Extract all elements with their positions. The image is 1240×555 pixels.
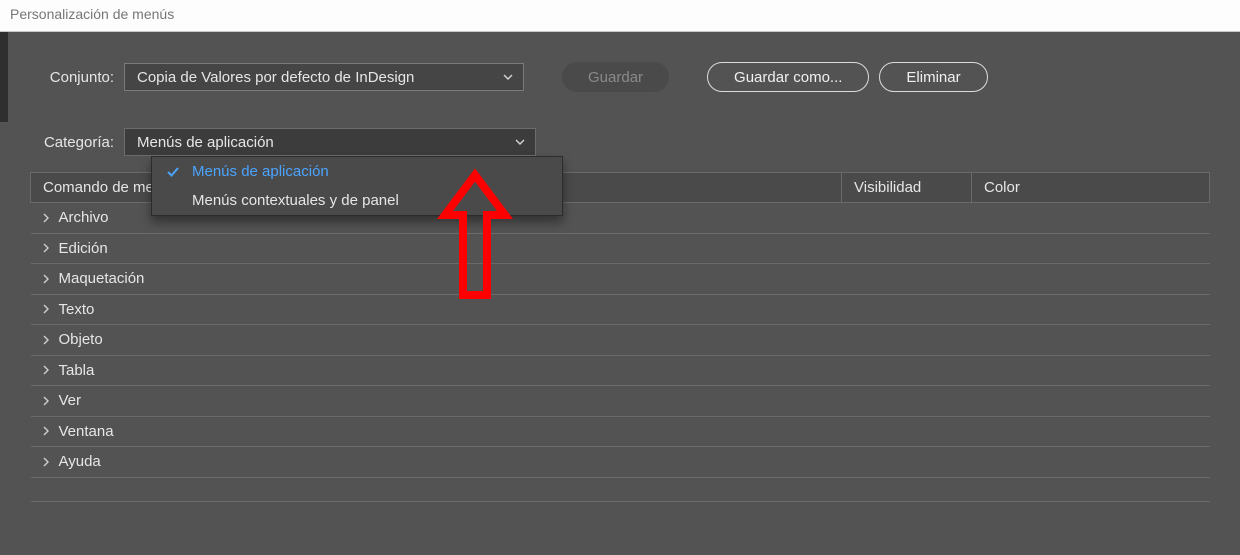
conjunto-value: Copia de Valores por defecto de InDesign	[137, 69, 414, 86]
chevron-right-icon	[41, 365, 51, 375]
table-row[interactable]: Texto	[31, 294, 1210, 325]
chevron-right-icon	[41, 426, 51, 436]
chevron-right-icon	[41, 304, 51, 314]
menu-commands-table: Comando de menú de aplicación Visibilida…	[30, 172, 1210, 502]
chevron-down-icon	[513, 135, 527, 149]
row-label: Edición	[59, 240, 108, 257]
row-label: Objeto	[59, 331, 103, 348]
dropdown-option-app-menus[interactable]: Menús de aplicación	[152, 157, 562, 186]
table-row[interactable]: Objeto	[31, 325, 1210, 356]
row-label: Texto	[59, 301, 95, 318]
table-row[interactable]: Edición	[31, 233, 1210, 264]
table-row-empty	[31, 477, 1210, 501]
chevron-right-icon	[41, 335, 51, 345]
save-button: Guardar	[562, 62, 669, 92]
save-button-label: Guardar	[588, 69, 643, 86]
window-title: Personalización de menús	[0, 0, 1240, 32]
dropdown-option-label: Menús de aplicación	[192, 163, 329, 180]
save-as-button[interactable]: Guardar como...	[707, 62, 869, 92]
dropdown-option-label: Menús contextuales y de panel	[192, 192, 399, 209]
conjunto-select[interactable]: Copia de Valores por defecto de InDesign	[124, 63, 524, 91]
categoria-label: Categoría:	[30, 134, 114, 151]
categoria-select[interactable]: Menús de aplicación	[124, 128, 536, 156]
delete-button-label: Eliminar	[906, 69, 960, 86]
chevron-down-icon	[501, 70, 515, 84]
conjunto-label: Conjunto:	[30, 69, 114, 86]
chevron-right-icon	[41, 396, 51, 406]
row-label: Tabla	[59, 362, 95, 379]
save-as-button-label: Guardar como...	[734, 69, 842, 86]
table-row[interactable]: Maquetación	[31, 264, 1210, 295]
row-label: Ventana	[59, 423, 114, 440]
delete-button[interactable]: Eliminar	[879, 62, 987, 92]
table-row[interactable]: Ayuda	[31, 447, 1210, 478]
window-title-text: Personalización de menús	[10, 6, 174, 22]
row-label: Archivo	[59, 209, 109, 226]
table-row[interactable]: Ver	[31, 386, 1210, 417]
chevron-right-icon	[41, 274, 51, 284]
column-color: Color	[972, 173, 1210, 203]
column-visibility: Visibilidad	[842, 173, 972, 203]
dropdown-option-context-menus[interactable]: Menús contextuales y de panel	[152, 186, 562, 215]
row-label: Maquetación	[59, 270, 145, 287]
check-icon	[164, 166, 182, 178]
table-row[interactable]: Ventana	[31, 416, 1210, 447]
row-label: Ver	[59, 392, 82, 409]
table-row[interactable]: Tabla	[31, 355, 1210, 386]
categoria-dropdown[interactable]: Menús de aplicación Menús contextuales y…	[151, 156, 563, 216]
chevron-right-icon	[41, 243, 51, 253]
chevron-right-icon	[41, 213, 51, 223]
categoria-value: Menús de aplicación	[137, 134, 274, 151]
row-label: Ayuda	[59, 453, 101, 470]
chevron-right-icon	[41, 457, 51, 467]
